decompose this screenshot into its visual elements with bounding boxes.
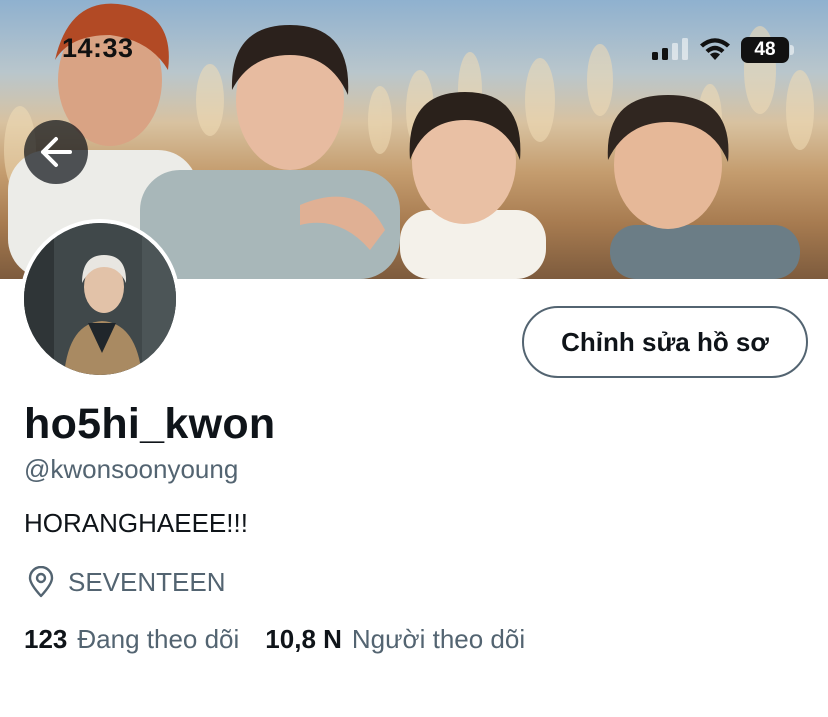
following-count: 123 <box>24 624 68 654</box>
wifi-icon <box>700 38 730 60</box>
status-time: 14:33 <box>62 33 134 63</box>
location-pin-icon <box>28 566 54 598</box>
profile-bio: HORANGHAEEE!!! <box>24 508 248 538</box>
arrow-left-icon <box>41 137 72 167</box>
following-label: Đang theo dõi <box>77 624 240 654</box>
edit-profile-button[interactable]: Chỉnh sửa hồ sơ <box>522 306 808 378</box>
avatar[interactable] <box>20 219 180 379</box>
avatar-photo <box>24 223 176 375</box>
profile-location: SEVENTEEN <box>24 566 226 598</box>
followers-link[interactable]: 10,8 N Người theo dõi <box>265 624 525 655</box>
display-name: ho5hi_kwon <box>24 400 276 448</box>
follow-stats: 123 Đang theo dõi 10,8 N Người theo dõi <box>24 624 525 655</box>
followers-label: Người theo dõi <box>351 624 526 654</box>
battery-percentage: 48 <box>754 39 776 60</box>
followers-count: 10,8 N <box>265 624 342 654</box>
battery-tip <box>790 45 794 55</box>
back-button[interactable] <box>24 120 88 184</box>
following-link[interactable]: 123 Đang theo dõi <box>24 624 239 655</box>
user-handle: @kwonsoonyoung <box>24 454 239 484</box>
cellular-signal-icon <box>652 38 688 60</box>
location-text: SEVENTEEN <box>68 566 226 597</box>
